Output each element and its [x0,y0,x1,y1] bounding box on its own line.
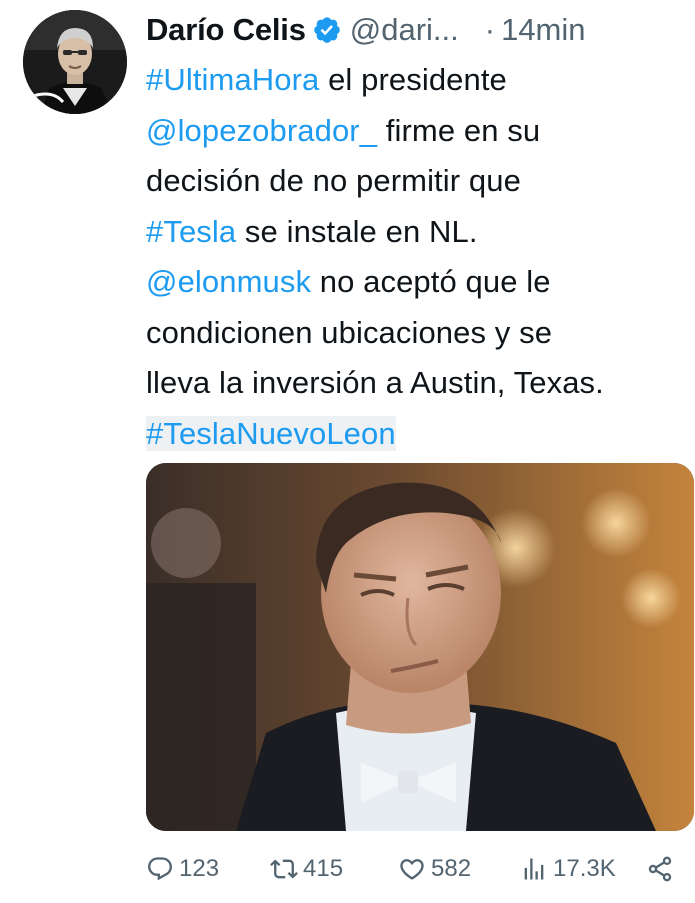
text-line: @elonmusk no aceptó que le [146,257,691,308]
hashtag-tesla[interactable]: #Tesla [146,214,236,249]
text-line: @lopezobrador_ firme en su [146,106,691,157]
share-button[interactable] [646,848,674,890]
retweet-icon [270,859,298,879]
tweet[interactable]: Darío Celis @dari... · 14min #UltimaHora… [0,0,695,903]
share-icon [648,856,672,882]
tweet-text: #UltimaHora el presidente @lopezobrador_… [146,55,691,459]
mention-lopezobrador[interactable]: @lopezobrador_ [146,113,377,148]
like-count: 582 [431,855,472,882]
views-count: 17.3K [553,855,616,882]
tweet-timestamp[interactable]: 14min [501,12,585,48]
like-button[interactable]: 582 [398,848,471,890]
retweet-button[interactable]: 415 [270,848,343,890]
text-segment: firme en su [377,112,541,148]
text-line: decisión de no permitir que [146,163,521,198]
text-segment: se instale en NL. [236,213,478,249]
text-line: #UltimaHora el presidente [146,55,691,106]
reply-icon [148,857,172,881]
hashtag-ultimahora[interactable]: #UltimaHora [146,62,319,97]
avatar-photo [23,10,127,114]
tweet-actions-bar: 123 415 582 17.3K [146,848,686,890]
author-display-name[interactable]: Darío Celis [146,12,306,48]
views-icon [524,858,544,880]
text-line: lleva la inversión a Austin, Texas. [146,365,604,400]
tweet-header: Darío Celis @dari... · 14min [146,8,686,52]
retweet-count: 415 [303,855,344,882]
text-line: #TeslaNuevoLeon [146,409,691,460]
reply-count: 123 [179,855,220,882]
author-avatar[interactable] [23,10,127,114]
reply-button[interactable]: 123 [146,848,219,890]
text-segment: no aceptó que le [311,264,551,299]
text-line: condicionen ubicaciones y se [146,314,553,350]
header-separator: · [484,12,496,47]
views-button[interactable]: 17.3K [520,848,616,890]
tweet-media-photo[interactable] [146,463,694,831]
hashtag-teslanuevoleon[interactable]: #TeslaNuevoLeon [146,415,396,451]
mention-elonmusk[interactable]: @elonmusk [146,264,311,299]
text-line: #Tesla se instale en NL. [146,207,691,258]
verified-badge-icon [313,17,340,43]
heart-icon [400,859,424,880]
author-handle[interactable]: @dari... [350,12,459,48]
media-photo-illustration [146,463,694,831]
text-segment: el presidente [319,62,507,97]
